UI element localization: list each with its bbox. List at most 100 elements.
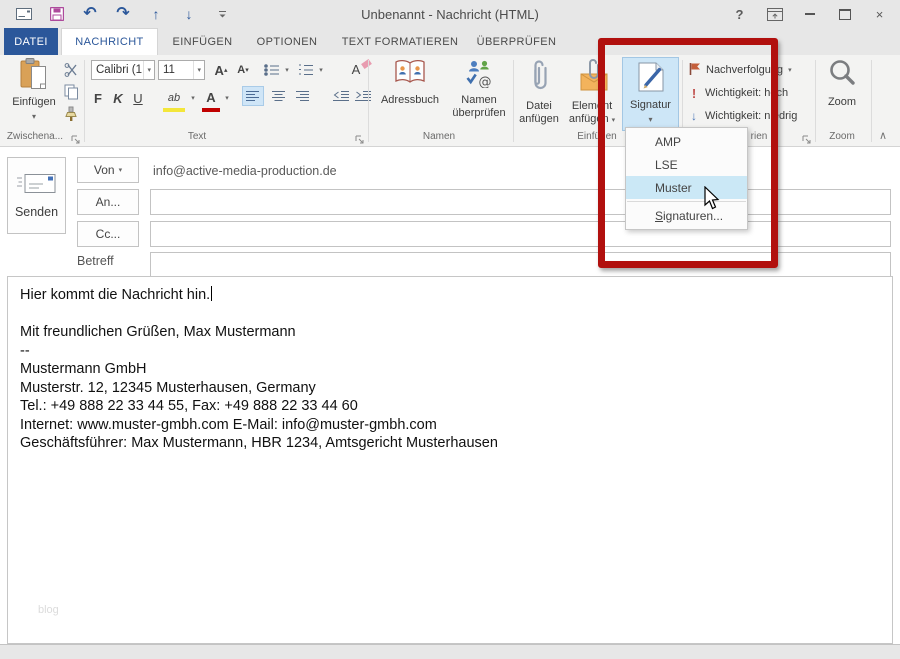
from-address-value: info@active-media-production.de [153, 164, 337, 178]
align-center-button[interactable] [268, 86, 290, 106]
font-name-combo[interactable]: Calibri (1▾ [91, 60, 155, 80]
underline-button[interactable]: U [130, 88, 146, 108]
send-envelope-icon [16, 172, 58, 199]
italic-button[interactable]: K [110, 88, 126, 108]
svg-text:@: @ [479, 75, 492, 88]
signature-label: Signatur [630, 99, 671, 112]
window-bottom-border [0, 644, 900, 659]
tab-ueberpruefen[interactable]: ÜBERPRÜFEN [472, 28, 561, 55]
signature-icon [636, 61, 666, 97]
tab-datei[interactable]: DATEI [4, 28, 58, 55]
follow-up-dropdown-arrow: ▾ [788, 66, 792, 74]
send-label: Senden [15, 205, 58, 219]
decrease-indent-icon[interactable] [330, 86, 352, 106]
menu-separator [627, 201, 746, 202]
tags-dialog-launcher-icon[interactable] [802, 132, 812, 142]
font-color-dropdown-arrow[interactable]: ▾ [222, 88, 232, 108]
message-body-line: Tel.: +49 888 22 33 44 55, Fax: +49 888 … [20, 397, 880, 416]
check-names-icon: @ [464, 58, 494, 92]
clipboard-dialog-launcher-icon[interactable] [71, 132, 81, 142]
grow-font-button[interactable]: A▴ [212, 60, 230, 80]
signature-dropdown-arrow: ▾ [648, 113, 652, 126]
bold-button[interactable]: F [90, 88, 106, 108]
watermark-text: blog [38, 604, 59, 616]
highlight-dropdown-arrow[interactable]: ▾ [188, 88, 198, 108]
paste-label: Einfügen [12, 96, 55, 109]
send-button[interactable]: Senden [7, 157, 66, 234]
text-cursor [211, 286, 212, 301]
low-importance-button[interactable]: ↓ Wichtigkeit: niedrig [688, 108, 797, 124]
signature-menu-item-amp[interactable]: AMP [626, 130, 747, 153]
tab-optionen[interactable]: OPTIONEN [247, 28, 327, 55]
increase-indent-icon[interactable] [352, 86, 374, 106]
ribbon: Einfügen ▾ Zwischena... Calibri (1▾ 11▾ … [0, 55, 900, 147]
attach-item-dropdown-arrow: ▾ [612, 117, 616, 124]
message-body[interactable]: Hier kommt die Nachricht hin. Mit freund… [7, 276, 893, 644]
signature-menu-item-muster[interactable]: Muster [626, 176, 747, 199]
align-left-button[interactable] [242, 86, 264, 106]
maximize-icon[interactable] [832, 3, 857, 25]
numbering-icon[interactable] [296, 60, 316, 80]
bullets-icon[interactable] [262, 60, 282, 80]
collapse-ribbon-icon[interactable]: ∧ [879, 129, 887, 142]
high-importance-label: Wichtigkeit: hoch [705, 87, 788, 99]
align-right-button[interactable] [292, 86, 314, 106]
signature-menu-item-lse[interactable]: LSE [626, 153, 747, 176]
clear-formatting-icon[interactable]: A [348, 59, 364, 79]
font-name-dropdown-arrow[interactable]: ▾ [143, 61, 154, 79]
close-icon[interactable]: × [867, 3, 892, 25]
tags-group-label: rien [744, 131, 774, 142]
include-group-label: Einfügen [567, 131, 627, 142]
cc-button[interactable]: Cc... [77, 221, 139, 247]
attach-item-button[interactable]: Element anfügen ▾ [564, 58, 620, 127]
message-body-line: Mit freundlichen Grüßen, Max Mustermann [20, 323, 880, 342]
font-color-icon[interactable]: A [202, 88, 220, 112]
paste-dropdown-arrow: ▾ [32, 110, 36, 123]
signature-dropdown-menu: AMP LSE Muster Signaturen... [625, 127, 748, 230]
clipboard-paste-icon [19, 58, 49, 96]
signature-button[interactable]: Signatur ▾ [622, 57, 679, 131]
copy-icon[interactable] [62, 83, 80, 101]
shrink-font-button[interactable]: A▾ [234, 60, 252, 80]
zoom-button[interactable]: Zoom [818, 58, 866, 109]
numbering-dropdown-arrow[interactable]: ▾ [316, 60, 326, 80]
check-names-label-line2: überprüfen [452, 107, 505, 120]
title-bar: ↶ ↷ ↑ ↓ Unbenannt - Nachricht (HTML) ? × [0, 0, 900, 28]
check-names-button[interactable]: @ Namen überprüfen [448, 58, 510, 120]
zoom-button-label: Zoom [828, 96, 856, 109]
paste-button[interactable]: Einfügen ▾ [8, 58, 60, 123]
message-body-line [20, 305, 880, 324]
high-importance-button[interactable]: ! Wichtigkeit: hoch [688, 85, 788, 101]
text-group-label: Text [167, 131, 227, 142]
attach-item-label-line2: anfügen [569, 113, 609, 125]
tab-text-formatieren[interactable]: TEXT FORMATIEREN [333, 28, 467, 55]
from-button[interactable]: Von▾ [77, 157, 139, 183]
to-input[interactable] [150, 189, 891, 215]
flag-icon [688, 62, 701, 79]
message-body-line: Mustermann GmbH [20, 360, 880, 379]
minimize-icon[interactable] [797, 3, 822, 25]
follow-up-button[interactable]: Nachverfolgung ▾ [688, 62, 792, 78]
address-book-button[interactable]: Adressbuch [374, 58, 446, 107]
to-button[interactable]: An... [77, 189, 139, 215]
text-highlight-icon[interactable]: ab [163, 88, 185, 112]
bullets-dropdown-arrow[interactable]: ▾ [282, 60, 292, 80]
tab-nachricht[interactable]: NACHRICHT [61, 28, 158, 55]
message-body-line: Hier kommt die Nachricht hin. [20, 286, 880, 305]
subject-input[interactable] [150, 252, 891, 278]
font-size-dropdown-arrow[interactable]: ▾ [193, 61, 204, 79]
window-controls: ? × [727, 3, 892, 25]
message-body-line: Musterstr. 12, 12345 Musterhausen, Germa… [20, 379, 880, 398]
text-dialog-launcher-icon[interactable] [355, 132, 365, 142]
cut-icon[interactable] [62, 61, 80, 79]
font-size-combo[interactable]: 11▾ [158, 60, 205, 80]
attach-file-button[interactable]: Datei anfügen [516, 58, 562, 126]
format-painter-icon[interactable] [62, 105, 80, 123]
ribbon-display-options-icon[interactable] [762, 3, 787, 25]
tab-einfuegen[interactable]: EINFÜGEN [163, 28, 242, 55]
names-group-label: Namen [409, 131, 469, 142]
help-icon[interactable]: ? [727, 3, 752, 25]
cc-input[interactable] [150, 221, 891, 247]
outlook-message-window: ↶ ↷ ↑ ↓ Unbenannt - Nachricht (HTML) ? ×… [0, 0, 900, 659]
signature-menu-item-signaturen[interactable]: Signaturen... [626, 204, 747, 227]
